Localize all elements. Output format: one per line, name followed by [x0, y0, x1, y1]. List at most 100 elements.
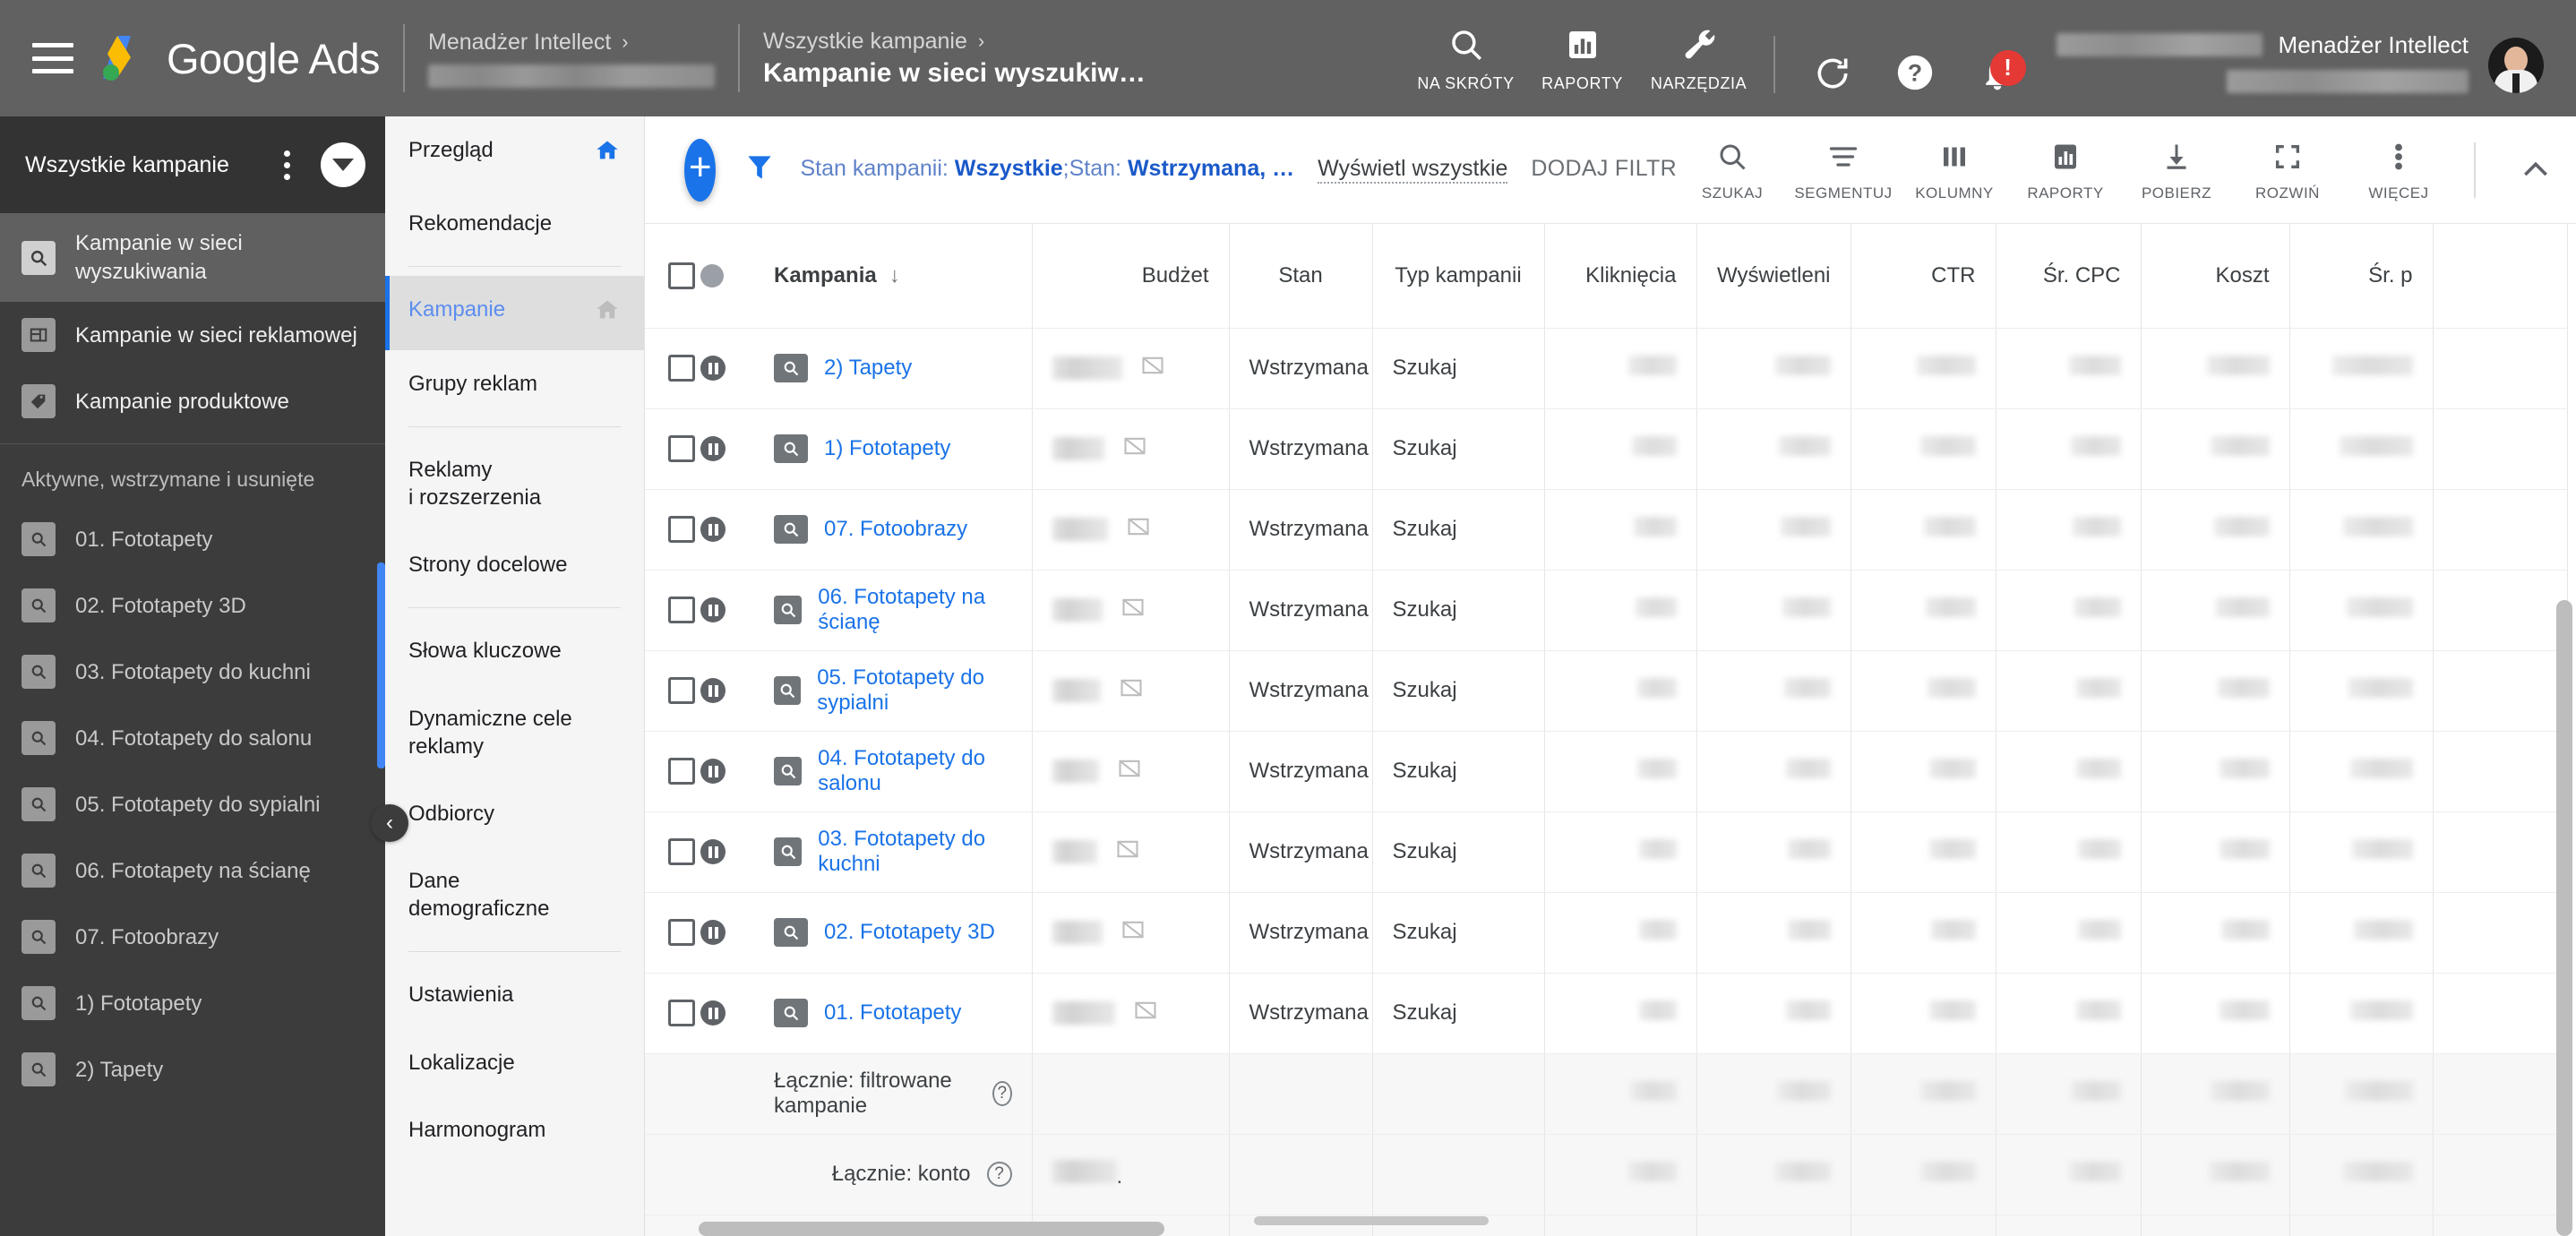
- table-row[interactable]: 01. Fototapety Wstrzymana Szukaj: [645, 973, 2568, 1054]
- campaign-link[interactable]: 05. Fototapety do sypialni: [817, 665, 1011, 716]
- sidebar-campaign-09[interactable]: 2) Tapety: [0, 1036, 385, 1103]
- column-header-clicks[interactable]: Kliknięcia: [1544, 224, 1697, 329]
- breadcrumb-manager[interactable]: Menadżer Intellect ›: [428, 30, 716, 88]
- nav-item-dynamic-ad-targets[interactable]: Dynamiczne cele reklamy: [385, 685, 644, 780]
- column-header-ctr[interactable]: CTR: [1850, 224, 1996, 329]
- table-row[interactable]: 05. Fototapety do sypialni Wstrzymana Sz…: [645, 650, 2568, 732]
- sidebar-campaign-08[interactable]: 1) Fototapety: [0, 970, 385, 1036]
- pause-icon[interactable]: [700, 356, 726, 381]
- toolbar-reports[interactable]: RAPORTY: [2010, 137, 2121, 202]
- nav-item-ad-groups[interactable]: Grupy reklam: [385, 350, 644, 417]
- nav-item-campaigns[interactable]: Kampanie: [385, 276, 644, 350]
- toolbar-search[interactable]: SZUKAJ: [1677, 137, 1788, 202]
- table-row[interactable]: 1) Fototapety Wstrzymana Szukaj: [645, 408, 2568, 490]
- nav-item-settings[interactable]: Ustawienia: [385, 961, 644, 1028]
- pause-icon[interactable]: [700, 678, 726, 703]
- campaign-link[interactable]: 02. Fototapety 3D: [824, 920, 995, 945]
- table-row[interactable]: 07. Fotoobrazy Wstrzymana Szukaj: [645, 489, 2568, 571]
- row-checkbox[interactable]: [668, 677, 695, 704]
- google-ads-logo[interactable]: Google Ads: [97, 30, 381, 86]
- row-checkbox[interactable]: [668, 355, 695, 382]
- campaign-link[interactable]: 2) Tapety: [824, 356, 912, 381]
- help-icon[interactable]: ?: [1874, 52, 1956, 93]
- table-row[interactable]: 02. Fototapety 3D Wstrzymana Szukaj: [645, 892, 2568, 974]
- pause-icon[interactable]: [700, 597, 726, 622]
- nav-item-locations[interactable]: Lokalizacje: [385, 1029, 644, 1096]
- campaign-link[interactable]: 1) Fototapety: [824, 436, 950, 461]
- add-filter-button[interactable]: DODAJ FILTR: [1531, 156, 1677, 182]
- toolbar-columns[interactable]: KOLUMNY: [1899, 137, 2010, 202]
- notifications-button[interactable]: !: [1956, 49, 2039, 93]
- column-header-budget[interactable]: Budżet: [1032, 224, 1230, 329]
- row-checkbox[interactable]: [668, 1000, 695, 1026]
- menu-icon[interactable]: [32, 43, 73, 73]
- pause-icon[interactable]: [700, 436, 726, 461]
- pause-icon[interactable]: [700, 759, 726, 784]
- avatar[interactable]: [2488, 37, 2544, 93]
- row-checkbox[interactable]: [668, 597, 695, 623]
- account-switcher[interactable]: Menadżer Intellect: [2056, 31, 2469, 93]
- help-circle-icon[interactable]: ?: [992, 1081, 1012, 1106]
- add-campaign-button[interactable]: +: [684, 138, 717, 202]
- sidebar-campaign-01[interactable]: 01. Fototapety: [0, 506, 385, 572]
- top-action-reports[interactable]: RAPORTY: [1524, 24, 1641, 93]
- nav-item-ads-extensions[interactable]: Reklamy i rozszerzenia: [385, 436, 644, 531]
- table-vertical-scrollbar[interactable]: [2553, 224, 2576, 1236]
- sidebar-campaign-05[interactable]: 05. Fototapety do sypialni: [0, 771, 385, 837]
- nav-item-landing-pages[interactable]: Strony docelowe: [385, 531, 644, 598]
- sidebar-campaign-03[interactable]: 03. Fototapety do kuchni: [0, 639, 385, 705]
- sidebar-item-display-campaigns[interactable]: Kampanie w sieci reklamowej: [0, 302, 385, 368]
- campaign-link[interactable]: 01. Fototapety: [824, 1000, 961, 1026]
- column-header-avg-cpc[interactable]: Śr. CPC: [1996, 224, 2142, 329]
- row-checkbox[interactable]: [668, 919, 695, 946]
- column-header-state[interactable]: Stan: [1229, 224, 1373, 329]
- table-horizontal-scrollbar[interactable]: [645, 1216, 2553, 1236]
- column-header-campaign-type[interactable]: Typ kampanii: [1372, 224, 1545, 329]
- chevron-up-icon[interactable]: [2495, 152, 2576, 188]
- table-row[interactable]: 06. Fototapety na ścianę Wstrzymana Szuk…: [645, 570, 2568, 651]
- nav-item-recommendations[interactable]: Rekomendacje: [385, 190, 644, 257]
- nav-item-demographics[interactable]: Dane demograficzne: [385, 847, 644, 942]
- breadcrumb-campaigns[interactable]: Wszystkie kampanie › Kampanie w sieci wy…: [763, 29, 1146, 89]
- column-header-avg-position[interactable]: Śr. p: [2289, 224, 2434, 329]
- refresh-icon[interactable]: [1791, 54, 1874, 93]
- nav-item-audiences[interactable]: Odbiorcy: [385, 780, 644, 847]
- pause-icon[interactable]: [700, 517, 726, 542]
- nav-item-keywords[interactable]: Słowa kluczowe: [385, 617, 644, 684]
- row-checkbox[interactable]: [668, 516, 695, 543]
- filter-icon[interactable]: [743, 150, 777, 189]
- pause-icon[interactable]: [700, 839, 726, 864]
- sidebar-item-search-campaigns[interactable]: Kampanie w sieci wyszukiwania: [0, 213, 385, 303]
- sidebar-campaign-06[interactable]: 06. Fototapety na ścianę: [0, 837, 385, 904]
- pause-icon[interactable]: [700, 1000, 726, 1026]
- toolbar-expand[interactable]: ROZWIŃ: [2232, 137, 2343, 202]
- toolbar-more[interactable]: WIĘCEJ: [2343, 137, 2454, 202]
- row-checkbox[interactable]: [668, 758, 695, 785]
- top-action-tools[interactable]: NARZĘDZIA: [1641, 24, 1757, 93]
- table-row[interactable]: 03. Fototapety do kuchni Wstrzymana Szuk…: [645, 811, 2568, 893]
- column-header-impressions[interactable]: Wyświetleni: [1696, 224, 1851, 329]
- campaign-link[interactable]: 03. Fototapety do kuchni: [818, 827, 1011, 877]
- filter-state[interactable]: Stan: Wstrzymana, …: [1069, 156, 1295, 182]
- column-header-campaign[interactable]: Kampania ↓: [754, 224, 1033, 329]
- top-action-shortcuts[interactable]: NA SKRÓTY: [1408, 24, 1524, 93]
- column-header-cost[interactable]: Koszt: [2141, 224, 2290, 329]
- nav-item-schedule[interactable]: Harmonogram: [385, 1096, 644, 1163]
- select-all-checkbox[interactable]: [668, 262, 695, 289]
- campaign-link[interactable]: 07. Fotoobrazy: [824, 517, 967, 542]
- sidebar-item-shopping-campaigns[interactable]: Kampanie produktowe: [0, 368, 385, 434]
- more-vert-icon[interactable]: [267, 150, 306, 180]
- chevron-left-icon[interactable]: ‹: [371, 804, 408, 842]
- row-checkbox[interactable]: [668, 435, 695, 462]
- campaign-link[interactable]: 04. Fototapety do salonu: [818, 746, 1011, 796]
- show-all-filters-link[interactable]: Wyświetl wszystkie: [1318, 156, 1508, 184]
- help-circle-icon[interactable]: ?: [986, 1162, 1012, 1187]
- chevron-down-icon[interactable]: [321, 142, 365, 187]
- toolbar-download[interactable]: POBIERZ: [2121, 137, 2232, 202]
- toolbar-segment[interactable]: SEGMENTUJ: [1788, 137, 1899, 202]
- sidebar-campaign-04[interactable]: 04. Fototapety do salonu: [0, 705, 385, 771]
- campaign-link[interactable]: 06. Fototapety na ścianę: [818, 585, 1011, 635]
- nav-item-overview[interactable]: Przegląd: [385, 116, 644, 190]
- sidebar-campaign-02[interactable]: 02. Fototapety 3D: [0, 572, 385, 639]
- row-checkbox[interactable]: [668, 838, 695, 865]
